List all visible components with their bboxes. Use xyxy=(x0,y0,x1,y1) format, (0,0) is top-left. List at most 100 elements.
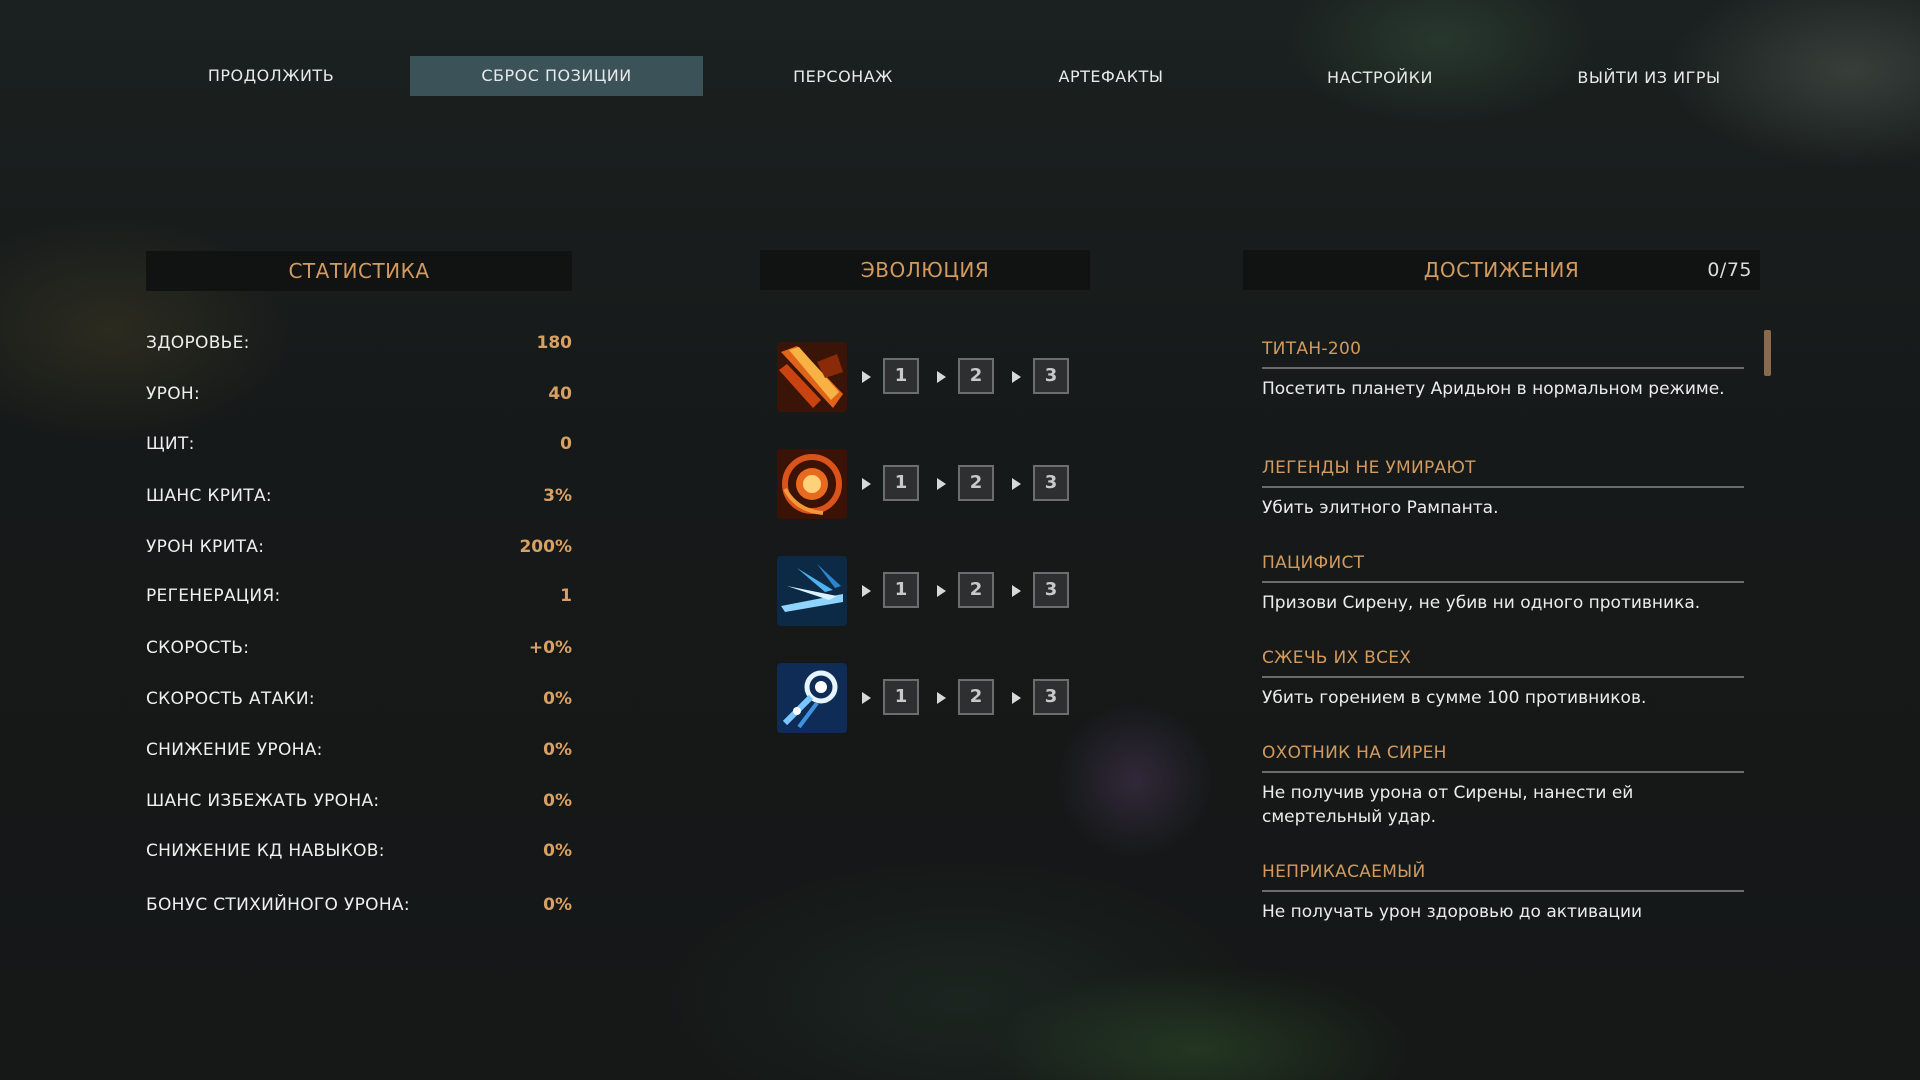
arrow-icon xyxy=(862,371,871,383)
evolution-title: ЭВОЛЮЦИЯ xyxy=(860,258,990,282)
arrow-icon xyxy=(862,478,871,490)
stat-row: СКОРОСТЬ АТАКИ: 0% xyxy=(146,685,572,715)
arrow-icon xyxy=(1012,585,1021,597)
stat-row: ШАНС ИЗБЕЖАТЬ УРОНА: 0% xyxy=(146,787,572,817)
evolution-level-3[interactable]: 3 xyxy=(1033,679,1069,715)
arrow-icon xyxy=(937,478,946,490)
stat-label: ШАНС ИЗБЕЖАТЬ УРОНА: xyxy=(146,791,380,811)
arrow-icon xyxy=(937,371,946,383)
stat-row: ЗДОРОВЬЕ: 180 xyxy=(146,329,572,359)
achievements-header: ДОСТИЖЕНИЯ 0/75 xyxy=(1243,250,1760,290)
stat-label: РЕГЕНЕРАЦИЯ: xyxy=(146,586,281,606)
achievement-item: ОХОТНИК НА СИРЕН Не получив урона от Сир… xyxy=(1262,743,1744,829)
achievements-list[interactable]: ТИТАН-200 Посетить планету Аридьюн в нор… xyxy=(1262,316,1762,925)
stat-value: 0% xyxy=(543,740,572,760)
achievements-count: 0/75 xyxy=(1707,259,1752,281)
evolution-header: ЭВОЛЮЦИЯ xyxy=(760,250,1090,290)
achievement-desc: Не получив урона от Сирены, нанести ей с… xyxy=(1262,783,1634,827)
achievement-desc: Посетить планету Аридьюн в нормальном ре… xyxy=(1262,379,1725,399)
evolution-level-1[interactable]: 1 xyxy=(883,572,919,608)
achievement-item: НЕПРИКАСАЕМЫЙ Не получать урон здоровью … xyxy=(1262,862,1744,924)
evolution-level-2[interactable]: 2 xyxy=(958,358,994,394)
achievement-item: ЛЕГЕНДЫ НЕ УМИРАЮТ Убить элитного Рампан… xyxy=(1262,458,1744,520)
stats-title: СТАТИСТИКА xyxy=(288,259,430,283)
evolution-row: 1 2 3 xyxy=(777,342,1077,412)
evolution-level-1[interactable]: 1 xyxy=(883,679,919,715)
stat-value: 200% xyxy=(519,537,572,557)
arrow-icon xyxy=(937,692,946,704)
stat-value: 0% xyxy=(543,841,572,861)
menu-quit-button[interactable]: ВЫЙТИ ИЗ ИГРЫ xyxy=(1544,58,1754,98)
achievement-item: ПАЦИФИСТ Призови Сирену, не убив ни одно… xyxy=(1262,553,1744,615)
achievement-title: ТИТАН-200 xyxy=(1262,339,1744,369)
achievement-item: СЖЕЧЬ ИХ ВСЕХ Убить горением в сумме 100… xyxy=(1262,648,1744,710)
stat-row: ЩИТ: 0 xyxy=(146,430,572,460)
stat-value: 0% xyxy=(543,895,572,915)
achievement-desc: Убить элитного Рампанта. xyxy=(1262,498,1499,518)
stat-value: +0% xyxy=(528,638,572,658)
fire-orb-icon[interactable] xyxy=(777,449,847,519)
stat-label: СНИЖЕНИЕ УРОНА: xyxy=(146,740,323,760)
arrow-icon xyxy=(862,692,871,704)
ice-wave-icon[interactable] xyxy=(777,556,847,626)
evolution-row: 1 2 3 xyxy=(777,556,1077,626)
stat-value: 40 xyxy=(548,384,572,404)
achievement-title: НЕПРИКАСАЕМЫЙ xyxy=(1262,862,1744,892)
stat-value: 3% xyxy=(543,486,572,506)
evolution-level-3[interactable]: 3 xyxy=(1033,465,1069,501)
achievement-title: ОХОТНИК НА СИРЕН xyxy=(1262,743,1744,773)
comet-dash-icon[interactable] xyxy=(777,663,847,733)
stat-value: 0% xyxy=(543,689,572,709)
stat-label: ШАНС КРИТА: xyxy=(146,486,272,506)
achievement-title: СЖЕЧЬ ИХ ВСЕХ xyxy=(1262,648,1744,678)
stat-value: 0 xyxy=(560,434,572,454)
arrow-icon xyxy=(937,585,946,597)
achievement-desc: Не получать урон здоровью до активации xyxy=(1262,902,1643,922)
achievements-scrollbar[interactable] xyxy=(1764,330,1771,376)
stat-label: УРОН: xyxy=(146,384,201,404)
top-menu: ПРОДОЛЖИТЬ СБРОС ПОЗИЦИИ ПЕРСОНАЖ АРТЕФА… xyxy=(0,56,1920,96)
menu-character-button[interactable]: ПЕРСОНАЖ xyxy=(738,57,948,97)
achievement-desc: Убить горением в сумме 100 противников. xyxy=(1262,688,1647,708)
evolution-level-1[interactable]: 1 xyxy=(883,465,919,501)
evolution-level-2[interactable]: 2 xyxy=(958,572,994,608)
menu-reset-position-button[interactable]: СБРОС ПОЗИЦИИ xyxy=(410,56,703,96)
evolution-row: 1 2 3 xyxy=(777,663,1077,733)
evolution-level-3[interactable]: 3 xyxy=(1033,572,1069,608)
stat-row: БОНУС СТИХИЙНОГО УРОНА: 0% xyxy=(146,891,572,921)
stat-label: БОНУС СТИХИЙНОГО УРОНА: xyxy=(146,895,410,915)
stat-label: ЩИТ: xyxy=(146,434,195,454)
stat-row: СНИЖЕНИЕ УРОНА: 0% xyxy=(146,736,572,766)
stat-label: УРОН КРИТА: xyxy=(146,537,265,557)
menu-settings-button[interactable]: НАСТРОЙКИ xyxy=(1275,58,1485,98)
stat-row: ШАНС КРИТА: 3% xyxy=(146,482,572,512)
stat-row: РЕГЕНЕРАЦИЯ: 1 xyxy=(146,582,572,612)
stat-row: УРОН КРИТА: 200% xyxy=(146,533,572,563)
arrow-icon xyxy=(1012,371,1021,383)
arrow-icon xyxy=(1012,692,1021,704)
slash-attack-icon[interactable] xyxy=(777,342,847,412)
stat-label: СКОРОСТЬ АТАКИ: xyxy=(146,689,315,709)
arrow-icon xyxy=(862,585,871,597)
stat-value: 180 xyxy=(536,333,573,353)
menu-continue-button[interactable]: ПРОДОЛЖИТЬ xyxy=(166,56,376,96)
evolution-level-2[interactable]: 2 xyxy=(958,465,994,501)
evolution-level-2[interactable]: 2 xyxy=(958,679,994,715)
stat-row: СКОРОСТЬ: +0% xyxy=(146,634,572,664)
arrow-icon xyxy=(1012,478,1021,490)
achievement-item: ТИТАН-200 Посетить планету Аридьюн в нор… xyxy=(1262,339,1744,401)
achievement-title: ПАЦИФИСТ xyxy=(1262,553,1744,583)
menu-artifacts-button[interactable]: АРТЕФАКТЫ xyxy=(1006,57,1216,97)
stat-row: СНИЖЕНИЕ КД НАВЫКОВ: 0% xyxy=(146,837,572,867)
achievement-title: ЛЕГЕНДЫ НЕ УМИРАЮТ xyxy=(1262,458,1744,488)
stats-header: СТАТИСТИКА xyxy=(146,251,572,291)
stat-value: 1 xyxy=(560,586,572,606)
evolution-row: 1 2 3 xyxy=(777,449,1077,519)
stat-row: УРОН: 40 xyxy=(146,380,572,410)
evolution-level-1[interactable]: 1 xyxy=(883,358,919,394)
stat-label: ЗДОРОВЬЕ: xyxy=(146,333,250,353)
stat-label: СНИЖЕНИЕ КД НАВЫКОВ: xyxy=(146,841,385,861)
evolution-level-3[interactable]: 3 xyxy=(1033,358,1069,394)
stat-label: СКОРОСТЬ: xyxy=(146,638,250,658)
achievements-title: ДОСТИЖЕНИЯ xyxy=(1423,258,1580,282)
